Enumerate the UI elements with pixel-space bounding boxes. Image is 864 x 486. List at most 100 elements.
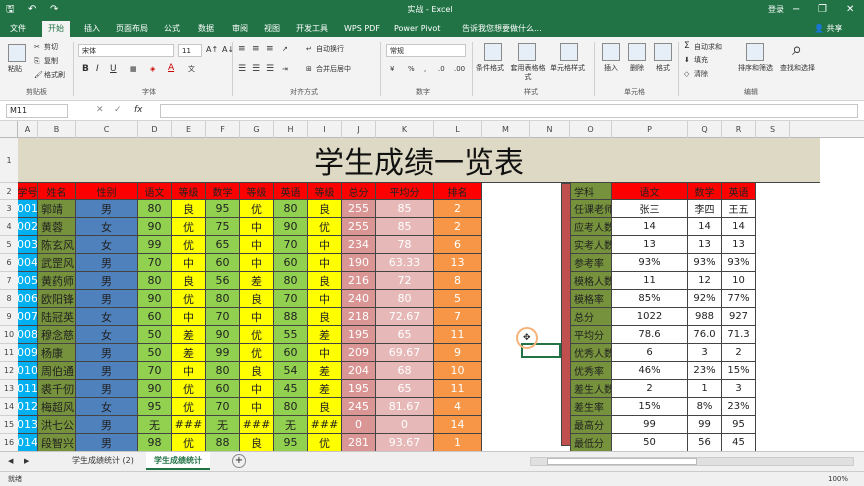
table-cell[interactable]: 中 — [308, 290, 342, 308]
table-cell[interactable]: 70 — [138, 362, 172, 380]
stats-cell[interactable]: 实考人数 — [570, 236, 612, 254]
table-cell[interactable]: 无 — [274, 416, 308, 434]
table-cell[interactable]: 男 — [76, 434, 138, 452]
stats-cell[interactable]: 1022 — [612, 308, 688, 326]
column-header-e[interactable]: E — [172, 121, 206, 138]
table-cell[interactable]: 良 — [308, 308, 342, 326]
redo-icon[interactable]: ↷ — [50, 3, 58, 17]
table-cell[interactable]: 男 — [76, 290, 138, 308]
stats-cell[interactable]: 11 — [612, 272, 688, 290]
table-cell[interactable]: 中 — [240, 254, 274, 272]
table-header-cell[interactable]: 等级 — [308, 183, 342, 200]
table-cell[interactable]: 80 — [274, 200, 308, 218]
table-cell[interactable]: 204 — [342, 362, 376, 380]
row-header-4[interactable]: 4 — [0, 218, 18, 236]
stats-cell[interactable]: 最低分 — [570, 434, 612, 452]
align-top-icon[interactable]: ≡ — [238, 45, 246, 54]
table-cell[interactable]: 陈玄风 — [38, 236, 76, 254]
table-cell[interactable]: 006 — [18, 290, 38, 308]
increase-decimal-icon[interactable]: .0 — [438, 65, 445, 74]
maximize-icon[interactable]: ❐ — [818, 3, 827, 17]
column-header-h[interactable]: H — [274, 121, 308, 138]
table-cell[interactable]: 95 — [274, 434, 308, 452]
merge-center-button[interactable]: 合并后居中 — [316, 65, 351, 74]
table-cell[interactable]: 女 — [76, 308, 138, 326]
column-header-q[interactable]: Q — [688, 121, 722, 138]
table-cell[interactable]: 男 — [76, 272, 138, 290]
table-cell[interactable]: 81.67 — [376, 398, 434, 416]
align-left-icon[interactable]: ☰ — [238, 65, 246, 74]
phonetic-icon[interactable]: 文 — [188, 65, 195, 74]
table-cell[interactable]: 65 — [376, 380, 434, 398]
table-cell[interactable]: 优 — [308, 218, 342, 236]
table-cell[interactable]: 2 — [434, 200, 482, 218]
merge-icon[interactable]: ⊞ — [306, 65, 312, 74]
column-header-o[interactable]: O — [570, 121, 612, 138]
menu-tab-5[interactable]: 数据 — [198, 23, 214, 34]
find-icon[interactable]: ⌕ — [792, 40, 802, 60]
table-cell[interactable]: 4 — [434, 398, 482, 416]
table-cell[interactable]: 45 — [274, 380, 308, 398]
formula-input[interactable] — [160, 104, 858, 118]
table-cell[interactable]: 无 — [206, 416, 240, 434]
table-cell[interactable]: 良 — [308, 398, 342, 416]
scrollbar-thumb[interactable] — [547, 458, 697, 465]
table-cell[interactable]: 255 — [342, 218, 376, 236]
table-cell[interactable]: 差 — [172, 344, 206, 362]
stats-cell[interactable]: 23% — [688, 362, 722, 380]
stats-cell[interactable]: 参考率 — [570, 254, 612, 272]
table-cell[interactable]: 差 — [308, 380, 342, 398]
table-cell[interactable]: 216 — [342, 272, 376, 290]
stats-cell[interactable]: 15% — [612, 398, 688, 416]
find-select-button[interactable]: 查找和选择 — [780, 64, 815, 73]
table-cell[interactable]: 50 — [138, 326, 172, 344]
undo-icon[interactable]: ↶ — [28, 3, 36, 17]
close-icon[interactable]: ✕ — [846, 3, 854, 17]
table-cell[interactable]: 差 — [172, 326, 206, 344]
sheet-title[interactable]: 学生成绩一览表 — [18, 138, 820, 183]
cut-button[interactable]: 剪切 — [44, 43, 58, 52]
stats-cell[interactable]: 93% — [722, 254, 756, 272]
table-cell[interactable]: 差 — [308, 326, 342, 344]
stats-cell[interactable]: 23% — [722, 398, 756, 416]
menu-tab-10[interactable]: Power Pivot — [394, 23, 440, 34]
autosum-icon[interactable]: Σ — [684, 42, 690, 51]
row-header-8[interactable]: 8 — [0, 290, 18, 308]
table-cell[interactable]: 中 — [172, 254, 206, 272]
table-cell[interactable]: 1 — [434, 434, 482, 452]
column-header-s[interactable]: S — [756, 121, 790, 138]
table-cell[interactable]: 90 — [138, 290, 172, 308]
table-cell[interactable]: 190 — [342, 254, 376, 272]
table-cell[interactable]: 68 — [376, 362, 434, 380]
name-box[interactable]: M11 — [6, 104, 68, 118]
table-cell[interactable]: 差 — [308, 362, 342, 380]
table-cell[interactable]: 93.67 — [376, 434, 434, 452]
table-cell[interactable]: 男 — [76, 344, 138, 362]
table-header-cell[interactable]: 排名 — [434, 183, 482, 200]
stats-cell[interactable]: 988 — [688, 308, 722, 326]
copy-button[interactable]: 复制 — [44, 57, 58, 66]
grow-font-icon[interactable]: A↑ — [206, 45, 218, 54]
column-header-d[interactable]: D — [138, 121, 172, 138]
stats-cell[interactable]: 14 — [612, 218, 688, 236]
worksheet-grid[interactable]: 学生成绩一览表 统计 ✥ 学号姓名性别语文等级数学等级英语等级总分平均分排名00… — [18, 138, 864, 452]
table-cell[interactable]: 60 — [274, 344, 308, 362]
table-header-cell[interactable]: 数学 — [206, 183, 240, 200]
table-cell[interactable]: 良 — [172, 272, 206, 290]
table-cell[interactable]: 013 — [18, 416, 38, 434]
stats-cell[interactable]: 优秀率 — [570, 362, 612, 380]
table-cell[interactable]: 002 — [18, 218, 38, 236]
stats-cell[interactable]: 李四 — [688, 200, 722, 218]
table-cell[interactable]: 88 — [274, 308, 308, 326]
table-cell[interactable]: 99 — [206, 344, 240, 362]
table-cell[interactable]: 0 — [342, 416, 376, 434]
table-cell[interactable]: 98 — [138, 434, 172, 452]
table-cell[interactable]: 95 — [206, 200, 240, 218]
stats-cell[interactable]: 平均分 — [570, 326, 612, 344]
table-cell[interactable]: 优 — [172, 236, 206, 254]
stats-cell[interactable]: 95 — [722, 416, 756, 434]
table-cell[interactable]: 良 — [172, 200, 206, 218]
table-cell[interactable]: 209 — [342, 344, 376, 362]
row-header-16[interactable]: 16 — [0, 434, 18, 452]
paste-icon[interactable] — [8, 44, 26, 62]
